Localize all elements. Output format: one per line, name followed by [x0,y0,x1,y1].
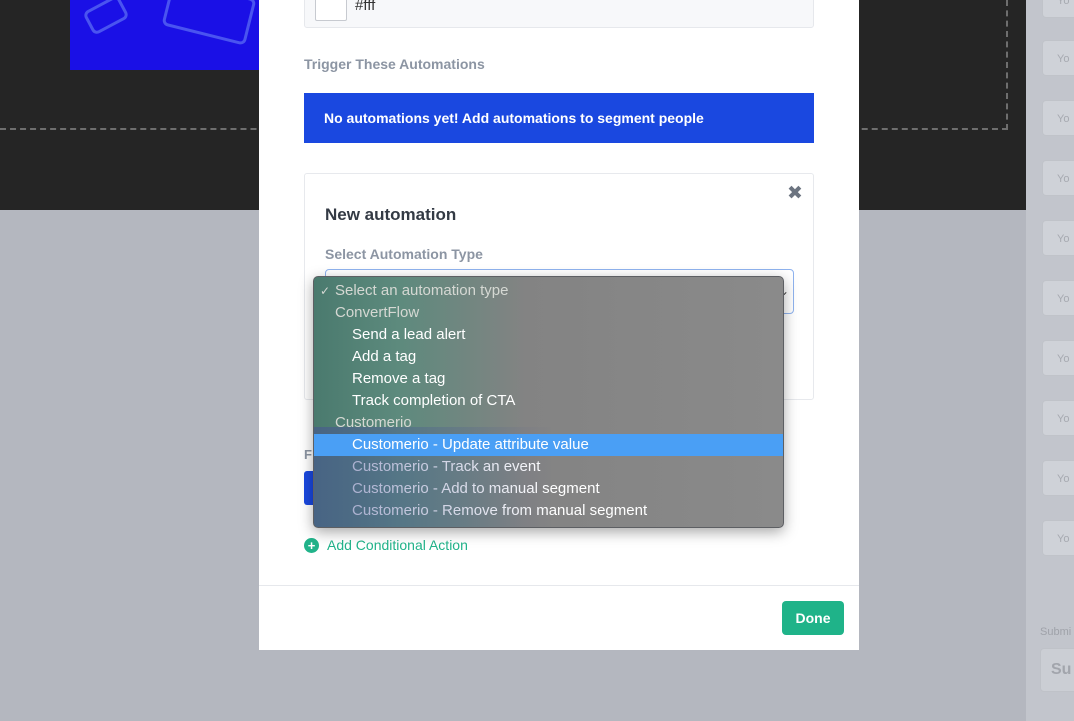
dropdown-option[interactable]: Customerio - Remove from manual segment [314,500,783,522]
dropdown-option[interactable]: Remove a tag [314,368,783,390]
dropdown-option[interactable]: Customerio - Add to manual segment [314,478,783,500]
done-button[interactable]: Done [782,601,844,635]
color-swatch[interactable] [315,0,347,21]
color-field[interactable]: #fff [304,0,814,28]
background-right-item: Yo [1042,340,1074,376]
no-automations-notice: No automations yet! Add automations to s… [304,93,814,143]
card-shape-icon [161,0,257,46]
dropdown-group-convertflow: ConvertFlow [335,304,420,321]
automation-type-dropdown[interactable]: ✓ Select an automation type ConvertFlow S… [313,276,784,528]
checkmark-icon: ✓ [320,284,331,298]
dropdown-placeholder-label: Select an automation type [335,282,509,299]
close-icon[interactable]: ✖ [787,184,803,203]
add-conditional-action-label: Add Conditional Action [327,537,468,553]
trigger-automations-label: Trigger These Automations [304,56,485,72]
background-blue-banner [70,0,270,70]
dropdown-option[interactable]: Track completion of CTA [314,390,783,412]
background-right-item: Yo [1042,0,1074,18]
background-right-item: Yo [1042,100,1074,136]
background-right-item: Yo [1042,400,1074,436]
color-value: #fff [355,0,376,14]
modal-footer-divider [259,585,859,586]
field-label: F [304,447,312,462]
background-right-label: Submi [1040,626,1072,638]
dropdown-option[interactable]: Customerio - Track an event [314,456,783,478]
dropdown-option-selected[interactable]: Customerio - Update attribute value [314,434,783,456]
background-dashed-border-vertical [1006,0,1008,130]
background-right-input: Su [1040,648,1074,692]
new-automation-title: New automation [325,205,457,224]
background-right-item: Yo [1042,220,1074,256]
background-right-item: Yo [1042,520,1074,556]
dropdown-option[interactable]: Add a tag [314,346,783,368]
envelope-icon [82,0,130,36]
automation-type-label: Select Automation Type [325,246,483,262]
background-right-item: Yo [1042,280,1074,316]
background-right-item: Yo [1042,40,1074,76]
dropdown-group-customerio: Customerio [335,414,412,431]
dropdown-option[interactable]: Send a lead alert [314,324,783,346]
background-right-item: Yo [1042,460,1074,496]
add-conditional-action-link[interactable]: + Add Conditional Action [304,537,468,553]
background-right-item: Yo [1042,160,1074,196]
plus-circle-icon: + [304,537,319,553]
dropdown-placeholder-option[interactable]: ✓ Select an automation type [314,280,783,302]
